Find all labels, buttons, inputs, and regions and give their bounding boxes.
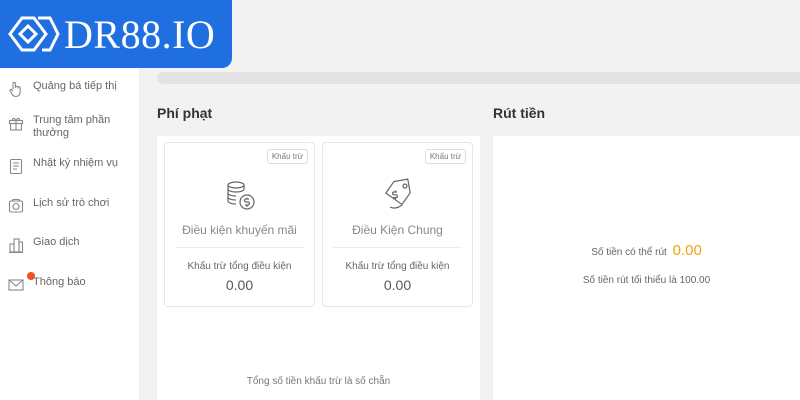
card-subtitle: Khấu trừ tổng điều kiện [187,261,292,272]
diamond-logo-icon [8,16,60,52]
penalty-title: Phí phạt [157,105,213,121]
minimum-withdraw-text: Số tiền rút tối thiểu là 100.00 [582,275,711,286]
deduction-footer-note: Tổng số tiền khấu trừ là số chẵn [246,376,391,387]
card-value: 0.00 [225,277,254,293]
available-amount-row: Số tiền có thể rút 0.00 [493,242,800,259]
card-title: Điều kiện khuyến mãi [182,223,297,237]
available-amount-label: Số tiền có thể rút [591,247,667,258]
withdraw-panel: Số tiền có thể rút 0.00 Số tiền rút tối … [493,136,800,400]
sidebar-item-label: Nhật ký nhiệm vụ [33,157,118,169]
brand-logo[interactable]: DR88.IO [0,0,232,68]
promo-condition-card: Khấu trừ Điều kiện khuyến mãi Khấu trừ t… [164,142,315,307]
card-value: 0.00 [383,277,412,293]
brand-name: DR88.IO [64,11,216,57]
price-tag-icon [384,178,411,209]
deduction-tag: Khấu trừ [424,149,466,164]
envelope-icon [8,279,24,291]
deduction-tag: Khấu trừ [266,149,308,164]
penalty-panel: Khấu trừ Điều kiện khuyến mãi Khấu trừ t… [157,136,480,400]
withdraw-title: Rút tiền [493,105,546,121]
card-subtitle: Khấu trừ tổng điều kiện [345,261,450,272]
hand-pointer-icon [9,81,21,98]
gift-icon [8,117,24,131]
card-divider [175,247,304,248]
transactions-icon [9,238,24,254]
card-title: Điều Kiện Chung [352,223,443,237]
sidebar-item-label: Thông báo [33,276,86,288]
available-amount-value: 0.00 [672,242,702,259]
sidebar-item-label: Trung tâm phần thưởng [33,114,111,139]
sidebar-item-label: Giao dịch [33,236,80,248]
clipboard-list-icon [9,158,23,175]
coins-dollar-icon [226,181,255,210]
card-divider [333,247,462,248]
sidebar-item-label: Quảng bá tiếp thị [33,80,117,92]
general-condition-card: Khấu trừ Điều Kiện Chung Khấu trừ tổng đ… [322,142,473,307]
game-history-icon [8,198,24,213]
sidebar-item-label: Lịch sử trò chơi [33,197,110,209]
top-scroll-bar[interactable] [157,72,800,84]
